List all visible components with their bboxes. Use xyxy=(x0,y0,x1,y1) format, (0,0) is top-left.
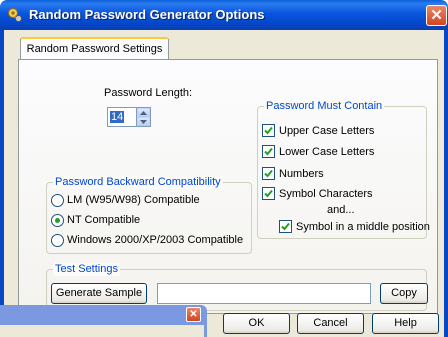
must-contain-group: Password Must Contain Upper Case Letters… xyxy=(257,100,430,239)
radio-nt-label[interactable]: NT Compatible xyxy=(67,213,140,227)
password-length-spinner[interactable]: 14 xyxy=(107,107,151,127)
window-title: Random Password Generator Options xyxy=(29,7,265,22)
close-button[interactable]: ✕ xyxy=(426,5,447,26)
cancel-button[interactable]: Cancel xyxy=(297,313,364,334)
tab-random-password-settings[interactable]: Random Password Settings xyxy=(20,37,169,59)
checkmark-icon xyxy=(264,147,273,156)
checkbox-upper-case[interactable] xyxy=(262,124,275,137)
spinner-arrows xyxy=(136,107,151,127)
password-length-label: Password Length: xyxy=(104,87,193,99)
tab-panel: Password Length: 14 Password Backward Co… xyxy=(18,59,438,314)
ok-button[interactable]: OK xyxy=(223,313,290,334)
generate-sample-button[interactable]: Generate Sample xyxy=(51,283,147,304)
background-window-body xyxy=(0,325,207,337)
radio-win2000-compatible[interactable] xyxy=(51,234,64,247)
up-arrow-icon xyxy=(140,111,147,115)
checkbox-symbol-middle[interactable] xyxy=(279,220,292,233)
checkmark-icon xyxy=(264,126,273,135)
title-bar[interactable]: Random Password Generator Options ✕ xyxy=(0,0,448,30)
spin-down-button[interactable] xyxy=(138,118,149,126)
sample-password-field[interactable] xyxy=(157,283,371,304)
background-window-titlebar[interactable]: ✕ xyxy=(0,305,207,325)
background-close-button[interactable]: ✕ xyxy=(186,307,201,322)
and-text: and... xyxy=(327,204,355,216)
symbol-characters-label[interactable]: Symbol Characters xyxy=(279,187,373,201)
password-length-field[interactable]: 14 xyxy=(107,107,137,127)
checkbox-lower-case[interactable] xyxy=(262,145,275,158)
copy-button[interactable]: Copy xyxy=(380,283,428,304)
checkbox-symbol-characters[interactable] xyxy=(262,187,275,200)
dialog-client-area: Random Password Settings Password Length… xyxy=(4,30,444,337)
must-contain-group-title: Password Must Contain xyxy=(264,100,385,113)
upper-case-label[interactable]: Upper Case Letters xyxy=(279,124,374,138)
key-gear-app-icon xyxy=(7,7,23,23)
background-window: ✕ xyxy=(0,305,207,337)
compatibility-group-title: Password Backward Compatibility xyxy=(53,176,223,189)
numbers-label[interactable]: Numbers xyxy=(279,167,324,181)
radio-lm-compatible[interactable] xyxy=(51,194,64,207)
checkmark-icon xyxy=(264,189,273,198)
help-button[interactable]: Help xyxy=(372,313,439,334)
test-settings-group-title: Test Settings xyxy=(53,263,120,276)
radio-lm-label[interactable]: LM (W95/W98) Compatible xyxy=(67,193,200,207)
down-arrow-icon xyxy=(140,120,147,124)
symbol-middle-label[interactable]: Symbol in a middle position xyxy=(296,220,430,234)
compatibility-group: Password Backward Compatibility LM (W95/… xyxy=(46,176,252,254)
radio-nt-compatible[interactable] xyxy=(51,214,64,227)
lower-case-label[interactable]: Lower Case Letters xyxy=(279,145,374,159)
radio-win2000-label[interactable]: Windows 2000/XP/2003 Compatible xyxy=(67,233,243,247)
options-dialog: Random Password Generator Options ✕ Rand… xyxy=(0,0,448,337)
window-border-right xyxy=(444,30,448,337)
checkmark-icon xyxy=(264,169,273,178)
spin-up-button[interactable] xyxy=(138,109,149,117)
checkbox-numbers[interactable] xyxy=(262,167,275,180)
checkmark-icon xyxy=(281,222,290,231)
